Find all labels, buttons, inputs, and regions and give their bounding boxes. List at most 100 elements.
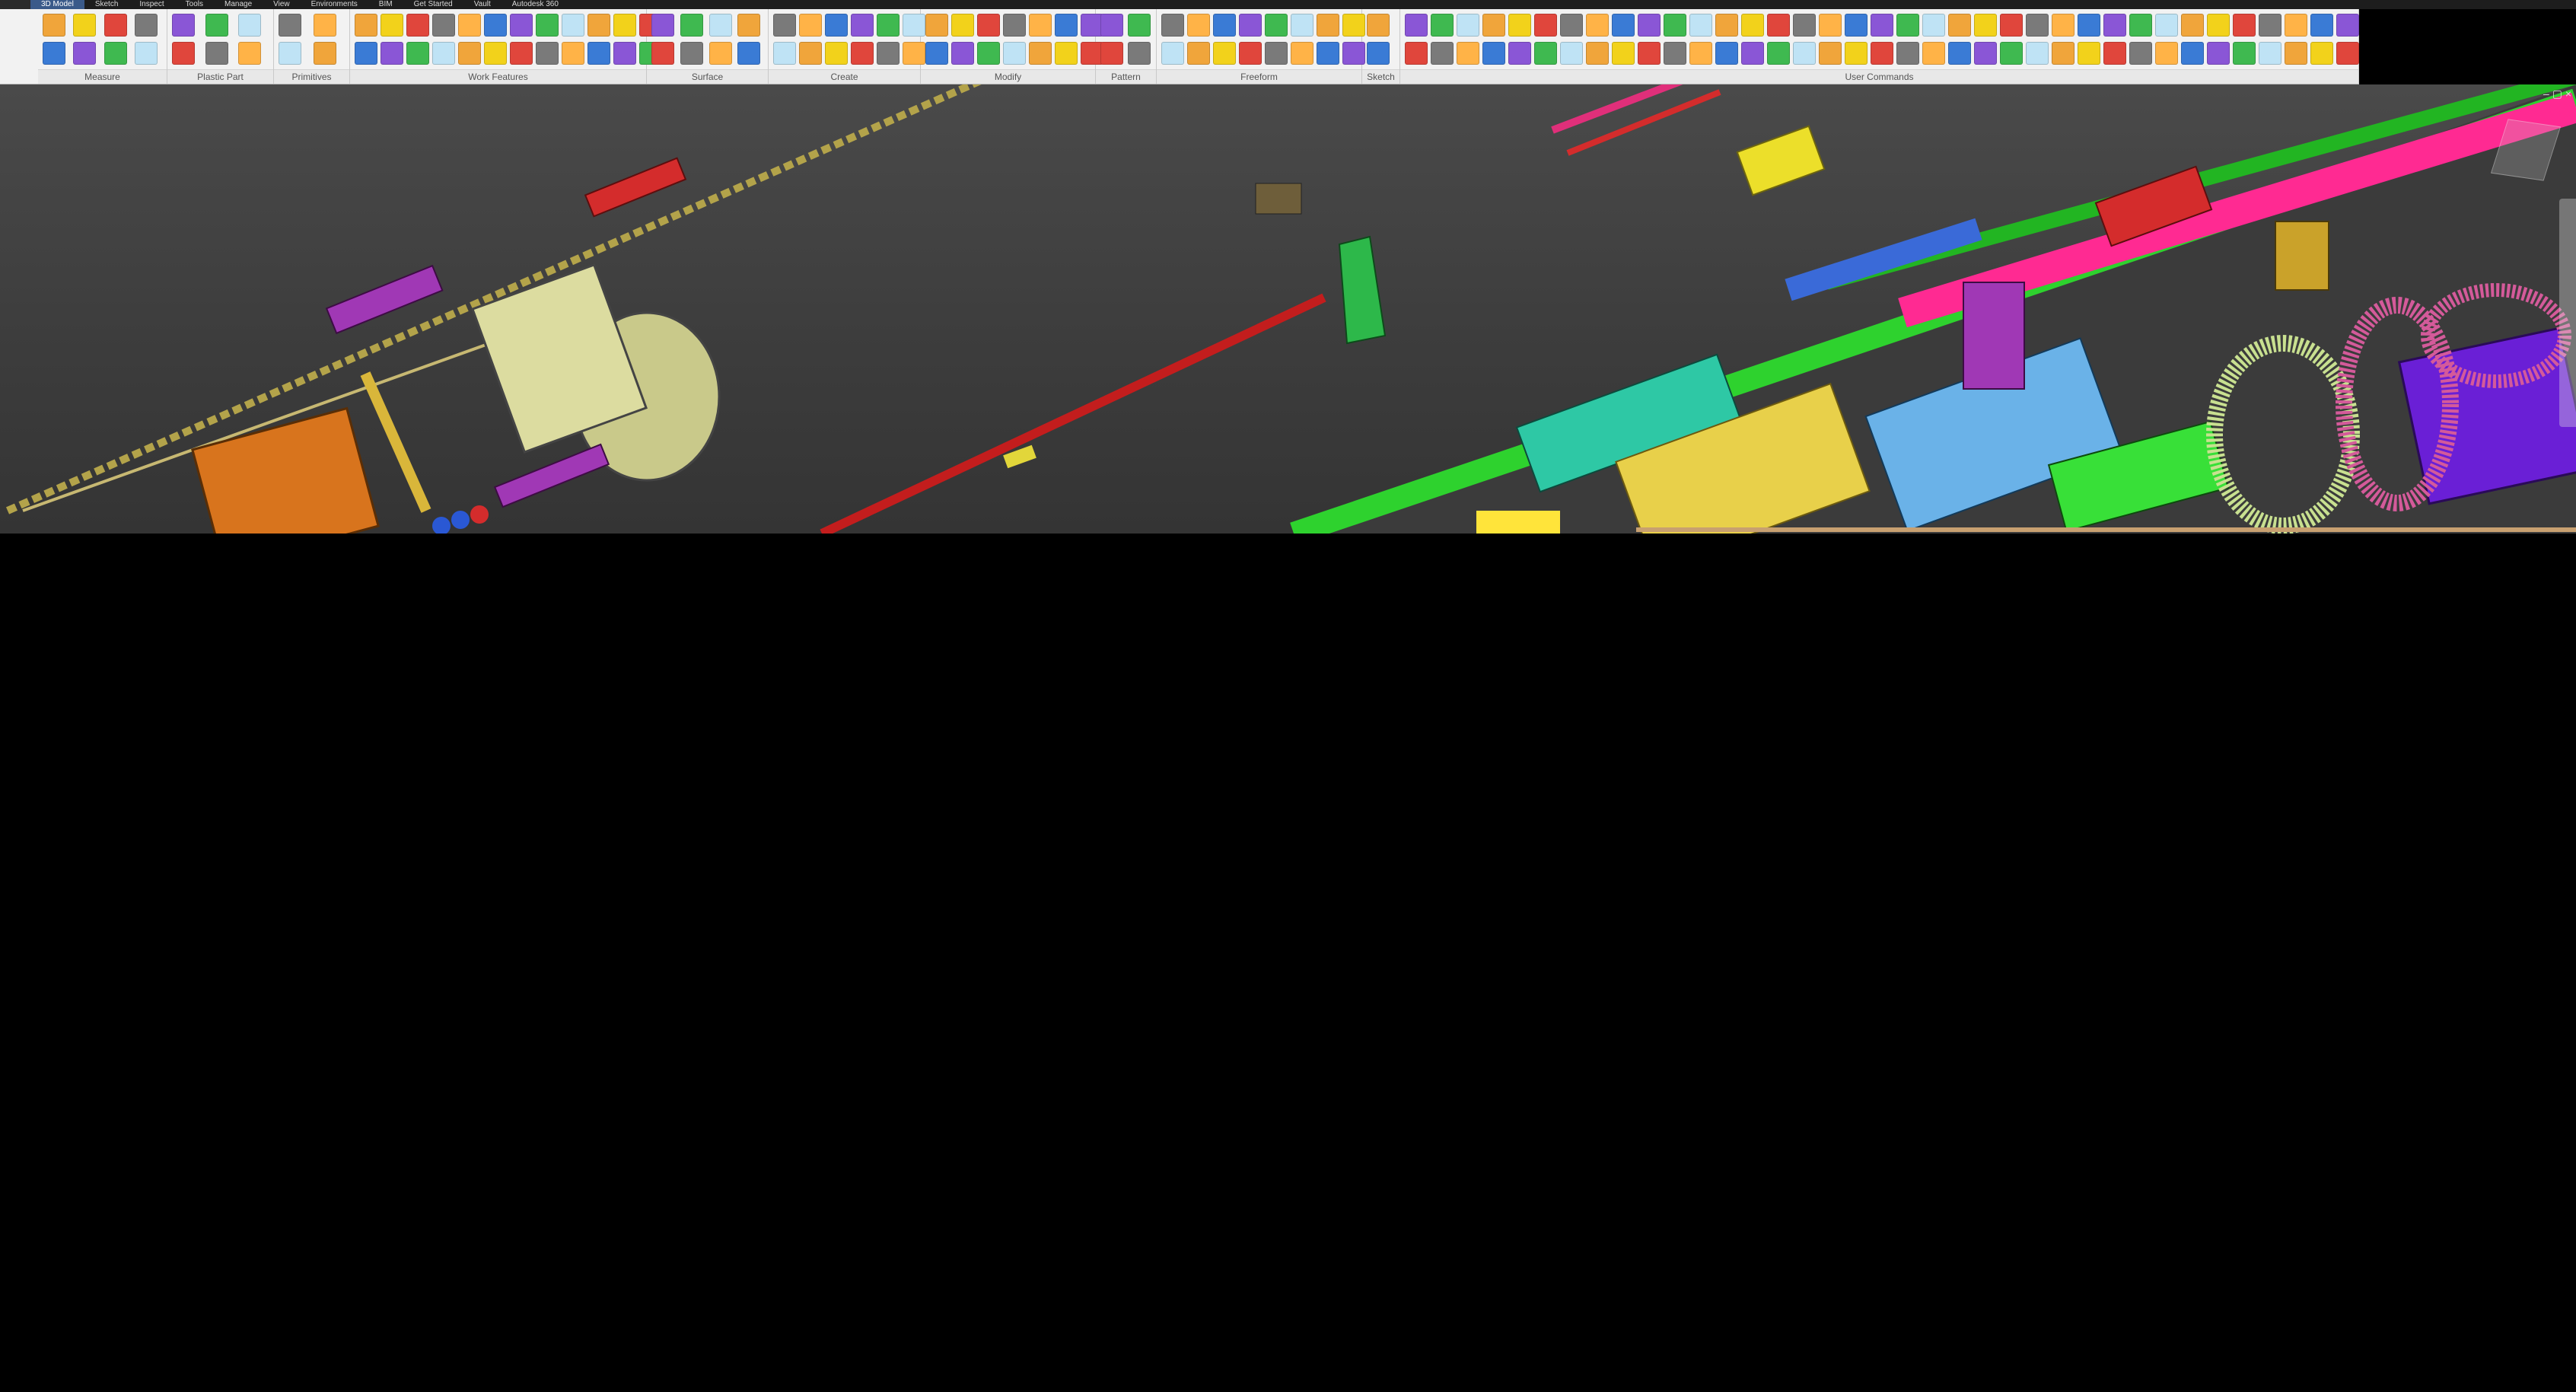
ribbon-tool-icon[interactable] xyxy=(1638,14,1661,37)
ribbon-tool-icon[interactable] xyxy=(1055,42,1078,65)
ribbon-tool-icon[interactable] xyxy=(1767,42,1790,65)
ribbon-tool-icon[interactable] xyxy=(1819,42,1842,65)
ribbon-tool-icon[interactable] xyxy=(43,14,65,37)
ribbon-tool-icon[interactable] xyxy=(1922,14,1945,37)
ribbon-tool-icon[interactable] xyxy=(1586,14,1609,37)
ribbon-tool-icon[interactable] xyxy=(1265,14,1288,37)
ribbon-tool-icon[interactable] xyxy=(1922,42,1945,65)
ribbon-tool-icon[interactable] xyxy=(2336,42,2359,65)
ribbon-tool-icon[interactable] xyxy=(458,14,481,37)
ribbon-tool-icon[interactable] xyxy=(1664,42,1686,65)
ribbon-tool-icon[interactable] xyxy=(1029,14,1052,37)
ribbon-tool-icon[interactable] xyxy=(1291,42,1313,65)
ribbon-tool-icon[interactable] xyxy=(73,14,97,37)
ribbon-tool-icon[interactable] xyxy=(1948,42,1971,65)
ribbon-tool-icon[interactable] xyxy=(1317,42,1339,65)
ribbon-tool-icon[interactable] xyxy=(1161,14,1184,37)
ribbon-tool-icon[interactable] xyxy=(1715,42,1738,65)
ribbon-tool-icon[interactable] xyxy=(1100,14,1123,37)
ribbon-tool-icon[interactable] xyxy=(680,14,703,37)
ribbon-tool-icon[interactable] xyxy=(2078,14,2100,37)
ribbon-tool-icon[interactable] xyxy=(1127,42,1151,65)
ribbon-tool-icon[interactable] xyxy=(2310,14,2333,37)
ribbon-tool-icon[interactable] xyxy=(825,14,848,37)
ribbon-tool-icon[interactable] xyxy=(613,42,636,65)
ribbon-tool-icon[interactable] xyxy=(381,42,403,65)
ribbon-tool-icon[interactable] xyxy=(1793,14,1816,37)
ribbon-tool-icon[interactable] xyxy=(1974,42,1997,65)
ribbon-tool-icon[interactable] xyxy=(2026,42,2049,65)
ribbon-tool-icon[interactable] xyxy=(536,42,559,65)
ribbon-tool-icon[interactable] xyxy=(2103,14,2126,37)
ribbon-tool-icon[interactable] xyxy=(1974,14,1997,37)
ribbon-tool-icon[interactable] xyxy=(1612,14,1635,37)
ribbon-tool-icon[interactable] xyxy=(1948,14,1971,37)
ribbon-tool-icon[interactable] xyxy=(825,42,848,65)
ribbon-tool-icon[interactable] xyxy=(1689,14,1712,37)
ribbon-tool-icon[interactable] xyxy=(2078,42,2100,65)
tab-inspect[interactable]: Inspect xyxy=(129,0,174,9)
ribbon-tool-icon[interactable] xyxy=(2285,42,2307,65)
ribbon-tool-icon[interactable] xyxy=(103,14,127,37)
ribbon-tool-icon[interactable] xyxy=(680,42,703,65)
ribbon-tool-icon[interactable] xyxy=(2026,14,2049,37)
ribbon-tool-icon[interactable] xyxy=(1213,14,1236,37)
ribbon-tool-icon[interactable] xyxy=(2181,14,2204,37)
tab-sketch[interactable]: Sketch xyxy=(84,0,129,9)
ribbon-tool-icon[interactable] xyxy=(562,14,584,37)
tab-autodesk-360[interactable]: Autodesk 360 xyxy=(502,0,569,9)
ribbon-tool-icon[interactable] xyxy=(1265,42,1288,65)
ribbon-tool-icon[interactable] xyxy=(1029,42,1052,65)
ribbon-tool-icon[interactable] xyxy=(172,42,195,65)
ribbon-tool-icon[interactable] xyxy=(1405,42,1428,65)
ribbon-tool-icon[interactable] xyxy=(103,42,127,65)
ribbon-tool-icon[interactable] xyxy=(708,42,732,65)
ribbon-tool-icon[interactable] xyxy=(458,42,481,65)
ribbon-tool-icon[interactable] xyxy=(2155,14,2178,37)
ribbon-tool-icon[interactable] xyxy=(510,14,533,37)
ribbon-tool-icon[interactable] xyxy=(2000,42,2023,65)
ribbon-tool-icon[interactable] xyxy=(2129,14,2152,37)
ribbon-tool-icon[interactable] xyxy=(238,14,262,37)
window-controls[interactable]: – ▢ × xyxy=(2543,88,2571,100)
ribbon-tool-icon[interactable] xyxy=(1187,42,1210,65)
ribbon-tool-icon[interactable] xyxy=(406,42,429,65)
ribbon-tool-icon[interactable] xyxy=(2336,14,2359,37)
ribbon-tool-icon[interactable] xyxy=(851,42,874,65)
ribbon-tool-icon[interactable] xyxy=(43,42,65,65)
ribbon-tool-icon[interactable] xyxy=(2181,42,2204,65)
ribbon-tool-icon[interactable] xyxy=(2103,42,2126,65)
ribbon-tool-icon[interactable] xyxy=(562,42,584,65)
ribbon-tool-icon[interactable] xyxy=(1482,14,1505,37)
ribbon-tool-icon[interactable] xyxy=(1003,14,1026,37)
ribbon-tool-icon[interactable] xyxy=(238,42,262,65)
ribbon-tool-icon[interactable] xyxy=(1127,14,1151,37)
ribbon-tool-icon[interactable] xyxy=(799,14,822,37)
ribbon-tool-icon[interactable] xyxy=(877,14,900,37)
ribbon-tool-icon[interactable] xyxy=(2207,42,2230,65)
ribbon-tool-icon[interactable] xyxy=(205,42,228,65)
ribbon-tool-icon[interactable] xyxy=(2207,14,2230,37)
ribbon-tool-icon[interactable] xyxy=(851,14,874,37)
ribbon-tool-icon[interactable] xyxy=(2310,42,2333,65)
tab-manage[interactable]: Manage xyxy=(214,0,263,9)
ribbon-tool-icon[interactable] xyxy=(1508,14,1531,37)
ribbon-tool-icon[interactable] xyxy=(951,42,974,65)
ribbon-tool-icon[interactable] xyxy=(1161,42,1184,65)
ribbon-tool-icon[interactable] xyxy=(432,14,455,37)
ribbon-tool-icon[interactable] xyxy=(279,14,301,37)
ribbon-tool-icon[interactable] xyxy=(977,42,1000,65)
tab-environments[interactable]: Environments xyxy=(301,0,368,9)
ribbon-tool-icon[interactable] xyxy=(313,42,336,65)
ribbon-tool-icon[interactable] xyxy=(1689,42,1712,65)
ribbon-tool-icon[interactable] xyxy=(1291,14,1313,37)
ribbon-tool-icon[interactable] xyxy=(1741,14,1764,37)
ribbon-tool-icon[interactable] xyxy=(279,42,301,65)
ribbon-tool-icon[interactable] xyxy=(1664,14,1686,37)
ribbon-tool-icon[interactable] xyxy=(1187,14,1210,37)
ribbon-tool-icon[interactable] xyxy=(1534,42,1557,65)
ribbon-tool-icon[interactable] xyxy=(432,42,455,65)
ribbon-tool-icon[interactable] xyxy=(2052,14,2074,37)
tab-get-started[interactable]: Get Started xyxy=(403,0,463,9)
ribbon-tool-icon[interactable] xyxy=(708,14,732,37)
